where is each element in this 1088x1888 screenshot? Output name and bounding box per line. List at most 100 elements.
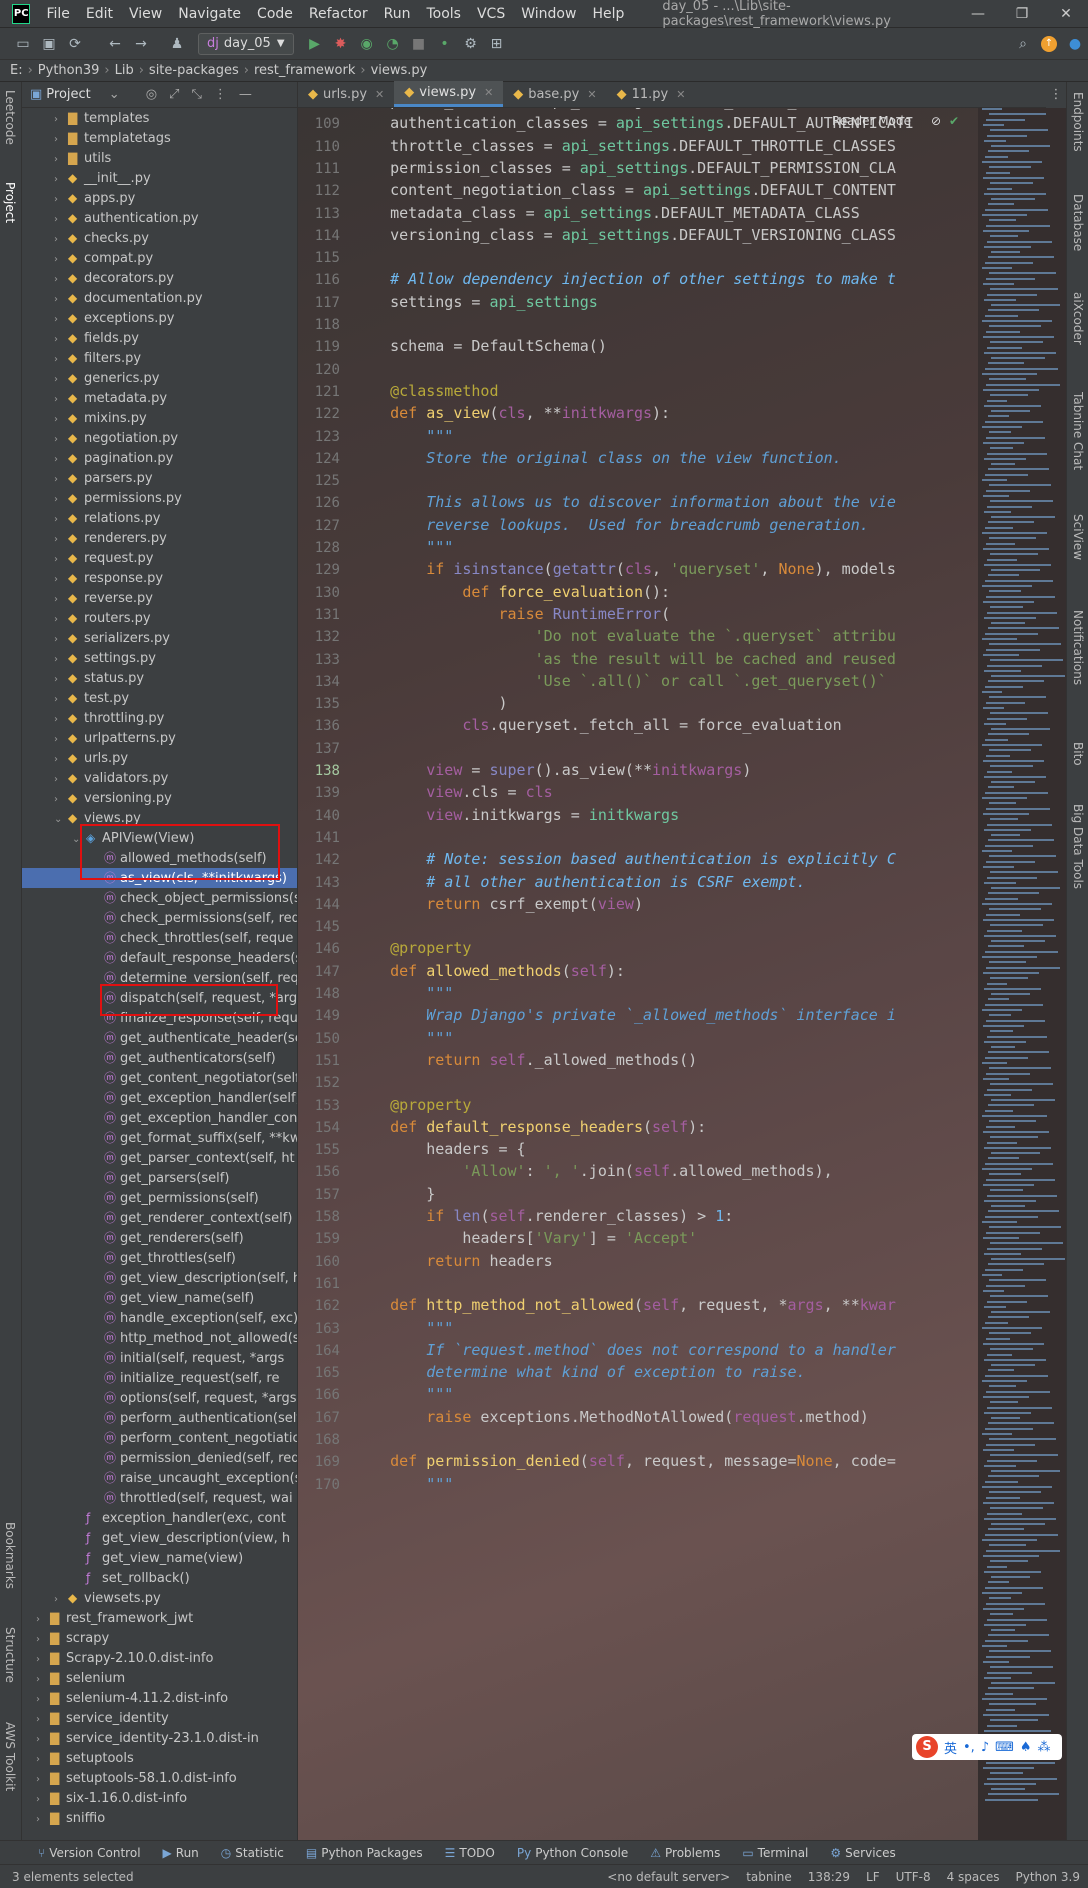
chevron-right-icon[interactable]: › [54, 150, 68, 170]
chevron-right-icon[interactable]: › [36, 1650, 50, 1670]
tree-row[interactable]: › ◆ documentation.py [22, 288, 297, 308]
skin-icon[interactable]: ♠ [1020, 1740, 1032, 1755]
bottom-tool-terminal[interactable]: ▭ Terminal [742, 1846, 808, 1860]
chevron-right-icon[interactable]: › [54, 710, 68, 730]
chevron-right-icon[interactable]: › [54, 250, 68, 270]
chevron-right-icon[interactable]: › [54, 330, 68, 350]
tree-row[interactable]: ⓜ initialize_request(self, re [22, 1368, 297, 1388]
hide-icon[interactable]: — [239, 87, 252, 102]
tree-row[interactable]: › ◆ validators.py [22, 768, 297, 788]
menu-item-tools[interactable]: Tools [418, 6, 469, 22]
tree-row[interactable]: › ▇ sniffio [22, 1808, 297, 1828]
menu-item-refactor[interactable]: Refactor [301, 6, 376, 22]
tree-row[interactable]: ⓜ get_authenticate_header(se [22, 1028, 297, 1048]
tree-row[interactable]: › ◆ serializers.py [22, 628, 297, 648]
tree-row[interactable]: › ◆ filters.py [22, 348, 297, 368]
tree-row[interactable]: › ▇ scrapy [22, 1628, 297, 1648]
restore-icon[interactable]: ❐ [1000, 6, 1044, 22]
expand-all-icon[interactable]: ⤢ [169, 87, 179, 102]
minimize-icon[interactable]: — [956, 6, 1000, 22]
menu-item-window[interactable]: Window [513, 6, 584, 22]
close-tab-icon[interactable]: ✕ [676, 88, 685, 101]
chevron-right-icon[interactable]: › [36, 1710, 50, 1730]
chevron-right-icon[interactable]: › [54, 170, 68, 190]
file-encoding[interactable]: UTF-8 [896, 1870, 931, 1884]
chevron-right-icon[interactable]: › [54, 670, 68, 690]
chevron-down-icon[interactable]: ⌄ [109, 87, 120, 102]
tree-row[interactable]: › ▇ selenium [22, 1668, 297, 1688]
tree-row[interactable]: ⓜ get_view_name(self) [22, 1288, 297, 1308]
chevron-right-icon[interactable]: › [54, 650, 68, 670]
debug-icon[interactable]: ✸ [328, 32, 354, 56]
tree-row[interactable]: ⓜ check_permissions(self, requ [22, 908, 297, 928]
tab-views-py[interactable]: ◆ views.py ✕ [394, 81, 504, 107]
tool-structure[interactable]: Structure [3, 1627, 17, 1683]
tree-row[interactable]: ⓜ perform_authentication(self [22, 1408, 297, 1428]
keyboard-icon[interactable]: ⌨ [995, 1740, 1014, 1755]
tree-row[interactable]: › ▇ setuptools [22, 1748, 297, 1768]
chevron-right-icon[interactable]: › [54, 530, 68, 550]
tool-big-data-tools[interactable]: Big Data Tools [1071, 804, 1085, 889]
chevron-right-icon[interactable]: › [54, 510, 68, 530]
breadcrumb-item[interactable]: views.py [371, 63, 428, 78]
tool-aws-toolkit[interactable]: AWS Toolkit [3, 1722, 17, 1791]
chevron-right-icon[interactable]: › [54, 630, 68, 650]
menu-item-vcs[interactable]: VCS [469, 6, 513, 22]
tree-row[interactable]: ⓜ get_renderer_context(self) [22, 1208, 297, 1228]
bottom-tool-problems[interactable]: ⚠ Problems [650, 1846, 720, 1860]
code-editor[interactable]: 108 109 110 111 112 113 114 115 116 117 118 119 120 1… [298, 108, 978, 1840]
breadcrumb-item[interactable]: rest_framework [254, 63, 355, 78]
tool-bookmarks[interactable]: Bookmarks [3, 1522, 17, 1589]
layout-icon[interactable]: ⊞ [484, 32, 510, 56]
chevron-right-icon[interactable]: › [54, 270, 68, 290]
tree-row[interactable]: ⓜ raise_uncaught_exception(s [22, 1468, 297, 1488]
tree-row[interactable]: › ◆ pagination.py [22, 448, 297, 468]
tree-row[interactable]: ⓜ get_parsers(self) [22, 1168, 297, 1188]
tree-row[interactable]: › ◆ relations.py [22, 508, 297, 528]
tree-row[interactable]: › ▇ utils [22, 148, 297, 168]
tree-row[interactable]: › ◆ generics.py [22, 368, 297, 388]
tree-row[interactable]: › ◆ renderers.py [22, 528, 297, 548]
tree-row[interactable]: › ▇ templates [22, 108, 297, 128]
tree-row[interactable]: ⓜ permission_denied(self, req [22, 1448, 297, 1468]
tool-sciview[interactable]: SciView [1071, 514, 1085, 560]
chevron-right-icon[interactable]: › [54, 130, 68, 150]
tree-row[interactable]: ⓜ handle_exception(self, exc) [22, 1308, 297, 1328]
locate-icon[interactable]: ◎ [146, 87, 157, 102]
bottom-tool-statistic[interactable]: ◷ Statistic [221, 1846, 284, 1860]
chevron-right-icon[interactable]: › [54, 590, 68, 610]
menu-item-help[interactable]: Help [584, 6, 632, 22]
tool-leetcode[interactable]: Leetcode [3, 90, 17, 145]
tree-row[interactable]: › ◆ __init__.py [22, 168, 297, 188]
chevron-right-icon[interactable]: › [54, 310, 68, 330]
tree-row[interactable]: ƒ get_view_name(view) [22, 1548, 297, 1568]
tree-row[interactable]: › ◆ metadata.py [22, 388, 297, 408]
collapse-all-icon[interactable]: ⤡ [191, 87, 201, 102]
tree-row[interactable]: › ◆ checks.py [22, 228, 297, 248]
chevron-right-icon[interactable]: › [54, 550, 68, 570]
tree-row[interactable]: ⓜ get_throttles(self) [22, 1248, 297, 1268]
tree-row[interactable]: › ◆ urlpatterns.py [22, 728, 297, 748]
tree-row[interactable]: ⓜ throttled(self, request, wai [22, 1488, 297, 1508]
chevron-right-icon[interactable]: › [36, 1670, 50, 1690]
chevron-right-icon[interactable]: › [54, 770, 68, 790]
menu-item-code[interactable]: Code [249, 6, 301, 22]
menu-item-file[interactable]: File [38, 6, 77, 22]
chevron-right-icon[interactable]: › [54, 790, 68, 810]
tab-urls-py[interactable]: ◆ urls.py ✕ [298, 81, 394, 107]
tool-project[interactable]: Project [3, 182, 17, 223]
run-configuration-select[interactable]: dj day_05 ▼ [198, 32, 294, 55]
breadcrumb-item[interactable]: site-packages [149, 63, 239, 78]
plugin-icon[interactable]: ⚙ [458, 32, 484, 56]
back-icon[interactable]: ← [102, 32, 128, 56]
chevron-right-icon[interactable]: › [36, 1790, 50, 1810]
chevron-right-icon[interactable]: › [36, 1690, 50, 1710]
forward-icon[interactable]: → [128, 32, 154, 56]
tree-row[interactable]: › ◆ settings.py [22, 648, 297, 668]
tree-row[interactable]: ⓜ get_permissions(self) [22, 1188, 297, 1208]
tree-row[interactable]: ⓜ get_parser_context(self, ht [22, 1148, 297, 1168]
tree-row[interactable]: › ◆ exceptions.py [22, 308, 297, 328]
tree-row[interactable]: ⓜ get_view_description(self, h [22, 1268, 297, 1288]
menu-item-view[interactable]: View [121, 6, 170, 22]
tree-row[interactable]: › ▇ Scrapy-2.10.0.dist-info [22, 1648, 297, 1668]
